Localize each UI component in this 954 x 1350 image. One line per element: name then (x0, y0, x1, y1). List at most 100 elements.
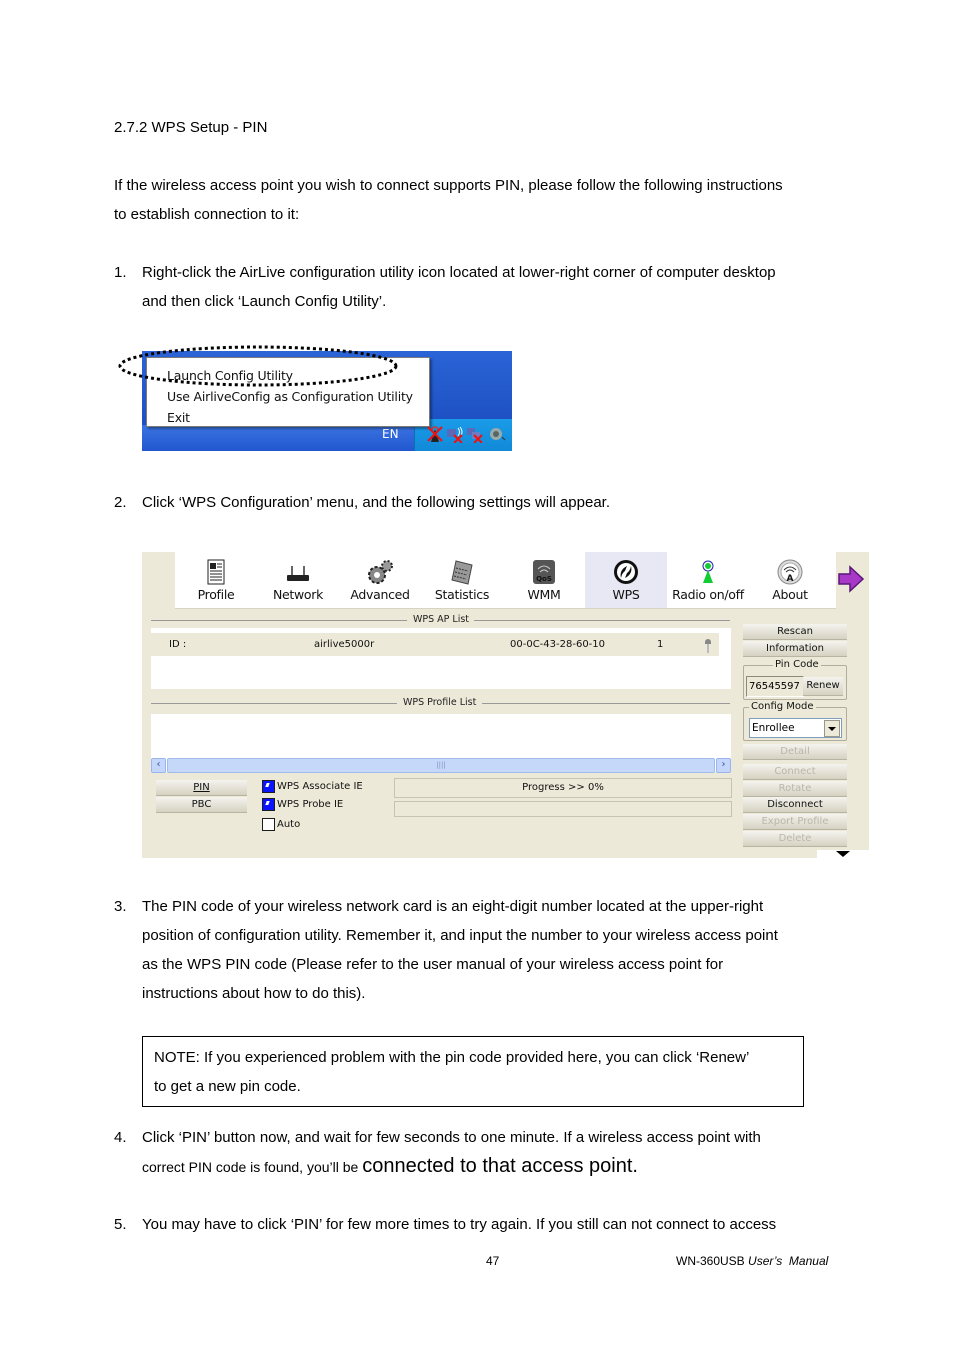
rescan-button[interactable]: Rescan (743, 624, 847, 640)
checkbox-box[interactable] (262, 798, 275, 811)
network-disconnected-icon[interactable] (466, 425, 484, 443)
toolbar-radio[interactable]: Radio on/off (667, 552, 749, 608)
step-text: correct PIN code is found, you’ll be con… (142, 1152, 638, 1182)
profile-list[interactable] (151, 714, 731, 758)
ap-list-title: WPS AP List (413, 614, 470, 625)
step-text: Click ‘PIN’ button now, and wait for few… (142, 1129, 761, 1146)
lock-key-icon (705, 639, 711, 653)
disconnect-button[interactable]: Disconnect (743, 797, 847, 813)
toolbar-wmm[interactable]: QoS WMM (503, 552, 585, 608)
horizontal-scrollbar[interactable]: ‹ |||| › (151, 758, 731, 773)
toolbar-label: Advanced (350, 587, 410, 602)
step-text-small: correct PIN code is found, you’ll be (142, 1159, 363, 1175)
step-text: and then click ‘Launch Config Utility’. (142, 293, 387, 310)
checkbox-box[interactable] (262, 818, 275, 831)
note-line-1: NOTE: If you experienced problem with th… (154, 1049, 750, 1066)
footer-model: WN-360USB (676, 1254, 745, 1268)
advanced-icon (368, 560, 393, 584)
wireless-disconnected-icon[interactable] (446, 425, 464, 443)
language-indicator[interactable]: EN (382, 427, 399, 441)
config-mode-value: Enrollee (752, 722, 795, 734)
renew-button[interactable]: Renew (803, 677, 843, 696)
toolbar: Profile Network Advanced Statistics QoS … (175, 552, 836, 609)
menu-item-exit[interactable]: Exit (167, 410, 190, 425)
divider (151, 703, 397, 704)
profile-list-title: WPS Profile List (403, 697, 477, 708)
next-arrow-icon[interactable] (836, 564, 866, 594)
toolbar-label: Radio on/off (672, 587, 744, 602)
toolbar-label: Profile (197, 587, 235, 602)
rotate-button[interactable]: Rotate (743, 781, 847, 797)
checkbox-label: WPS Associate IE (277, 781, 363, 792)
ap-channel: 1 (657, 639, 664, 650)
page-number: 47 (486, 1254, 500, 1268)
checkbox-box[interactable] (262, 780, 275, 793)
toolbar-network[interactable]: Network (257, 552, 339, 608)
config-mode-legend: Config Mode (749, 701, 816, 712)
scroll-thumb[interactable]: |||| (167, 758, 715, 773)
step-text: position of configuration utility. Remem… (142, 927, 778, 944)
step-text-large: connected to that access point. (362, 1155, 638, 1177)
toolbar-label: WMM (527, 587, 561, 602)
wps-configuration-screenshot: Profile Network Advanced Statistics QoS … (142, 552, 869, 858)
pin-code-field[interactable]: 76545597 (746, 676, 804, 697)
toolbar-advanced[interactable]: Advanced (339, 552, 421, 608)
toolbar-label: About (772, 587, 808, 602)
pin-code-legend: Pin Code (773, 659, 821, 670)
step-text: Click ‘WPS Configuration’ menu, and the … (142, 494, 611, 511)
divider (474, 620, 730, 621)
config-mode-select[interactable]: Enrollee (749, 718, 842, 738)
ap-ssid: airlive5000r (314, 639, 375, 650)
step-text: The PIN code of your wireless network ca… (142, 898, 764, 915)
step-number: 5. (114, 1216, 127, 1233)
progress-bar: Progress >> 0% (394, 778, 732, 798)
footer-manual-label: User’s Manual (748, 1254, 829, 1268)
highlight-ellipse (118, 345, 398, 387)
status-bar (394, 801, 732, 817)
footer-manual: WN-360USB User’s Manual (676, 1254, 828, 1268)
wmm-qos-icon: QoS (533, 560, 555, 584)
wps-icon (614, 560, 638, 584)
checkbox-label: WPS Probe IE (277, 799, 344, 810)
step-number: 2. (114, 494, 127, 511)
toolbar-statistics[interactable]: Statistics (421, 552, 503, 608)
chevron-down-icon[interactable] (824, 720, 840, 737)
step-number: 4. (114, 1129, 127, 1146)
radio-icon (702, 560, 714, 583)
toolbar-label: WPS (612, 587, 640, 602)
divider (482, 703, 730, 704)
menu-item-use-airliveconfig[interactable]: Use AirliveConfig as Configuration Utili… (167, 389, 413, 404)
profile-icon (207, 559, 225, 585)
toolbar-wps[interactable]: WPS (585, 552, 667, 608)
toolbar-profile[interactable]: Profile (175, 552, 257, 608)
note-box: NOTE: If you experienced problem with th… (142, 1036, 804, 1107)
about-icon: A (777, 559, 803, 585)
divider (151, 620, 407, 621)
checkbox-label: Auto (277, 819, 301, 830)
ap-list-row[interactable]: ID : airlive5000r 00-0C-43-28-60-10 1 (151, 633, 719, 656)
step-text: instructions about how to do this). (142, 985, 366, 1002)
scroll-left-button[interactable]: ‹ (151, 758, 166, 773)
step-number: 1. (114, 264, 127, 281)
detail-button[interactable]: Detail (743, 744, 847, 760)
step-text: Right-click the AirLive configuration ut… (142, 264, 776, 281)
expand-down-button[interactable] (817, 850, 869, 858)
network-icon (287, 566, 309, 581)
export-profile-button[interactable]: Export Profile (743, 814, 847, 830)
pbc-button[interactable]: PBC (156, 797, 247, 813)
toolbar-label: Statistics (434, 587, 490, 602)
intro-line-1: If the wireless access point you wish to… (114, 177, 783, 194)
step-text: You may have to click ‘PIN’ for few more… (142, 1216, 777, 1233)
volume-icon[interactable] (488, 425, 506, 443)
scroll-right-button[interactable]: › (716, 758, 731, 773)
connect-button[interactable]: Connect (743, 764, 847, 780)
delete-button[interactable]: Delete (743, 831, 847, 847)
ap-id-label: ID : (169, 639, 187, 650)
airlive-disabled-icon[interactable] (426, 425, 444, 443)
section-title: 2.7.2 WPS Setup - PIN (114, 119, 268, 136)
svg-text:A: A (787, 574, 794, 584)
pin-button[interactable]: PIN (156, 780, 247, 796)
toolbar-about[interactable]: A About (749, 552, 831, 608)
note-line-2: to get a new pin code. (154, 1078, 301, 1095)
information-button[interactable]: Information (743, 641, 847, 657)
